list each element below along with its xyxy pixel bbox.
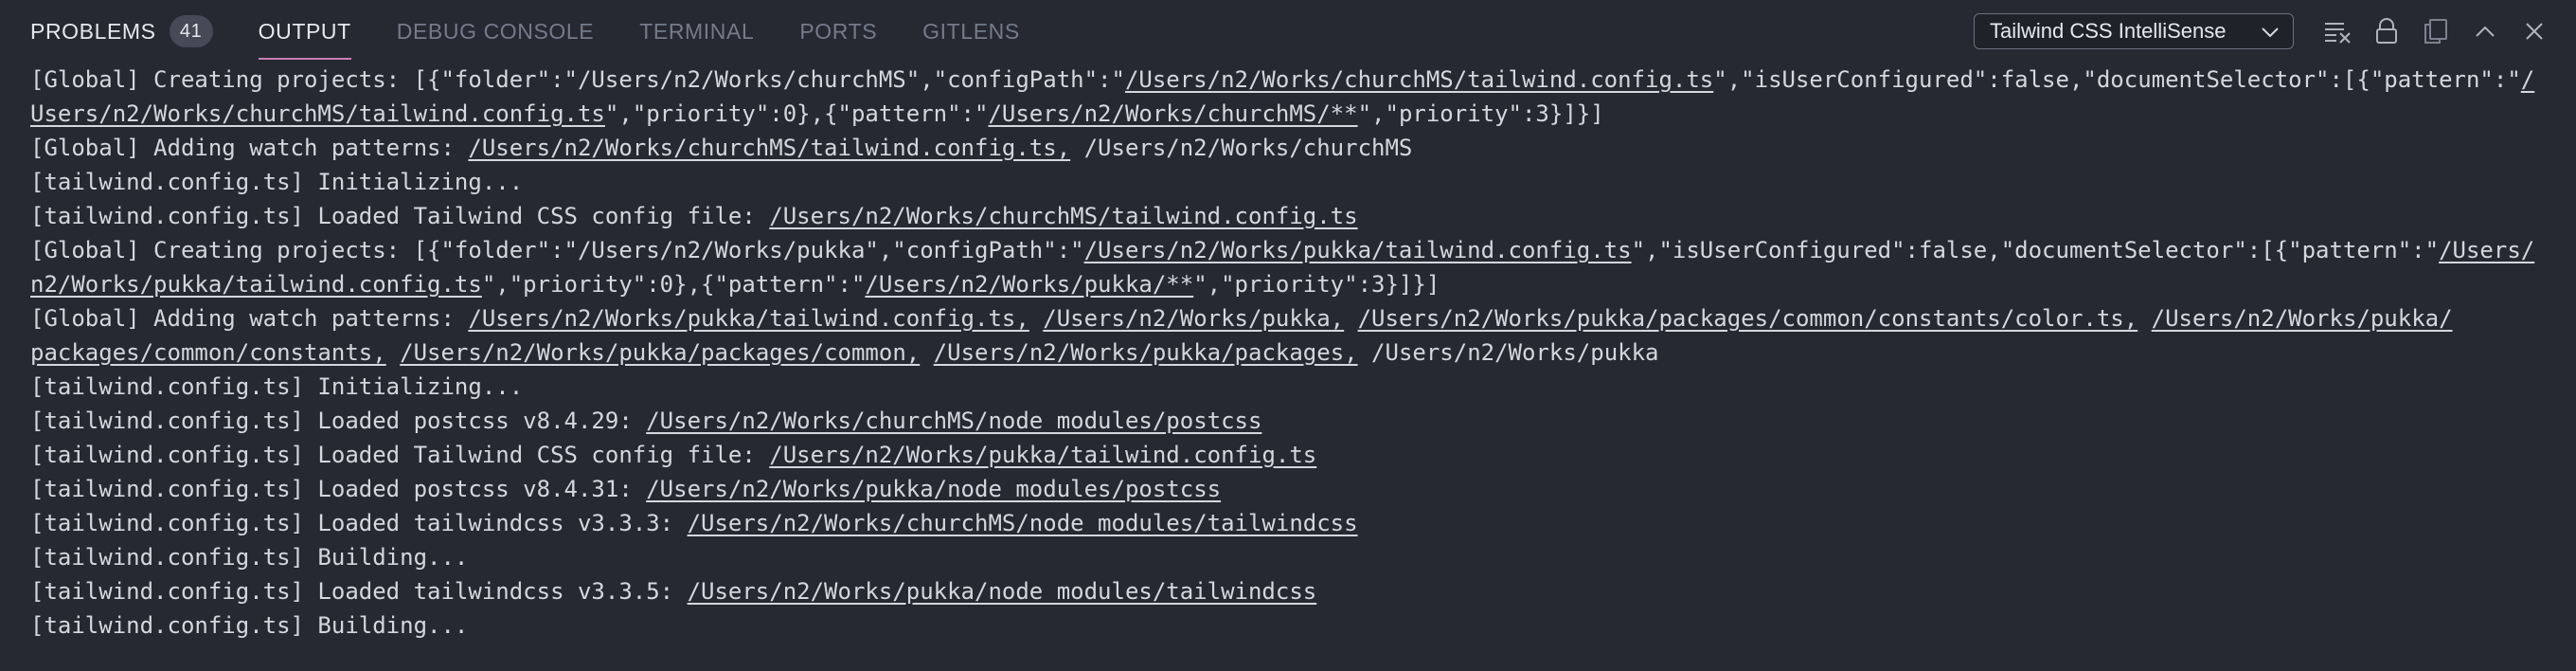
output-line: [tailwind.config.ts] Building... — [30, 540, 2546, 574]
tab-output[interactable]: OUTPUT — [258, 0, 351, 63]
tab-debug-console[interactable]: DEBUG CONSOLE — [397, 0, 594, 63]
output-text: [tailwind.config.ts] Loaded postcss v8.4… — [30, 408, 647, 434]
output-channel-value: Tailwind CSS IntelliSense — [1990, 19, 2227, 43]
tab-problems[interactable]: PROBLEMS 41 — [30, 0, 213, 63]
file-path-link[interactable]: Users/n2/Works/churchMS/tailwind.config.… — [30, 100, 605, 127]
output-line: [Global] Adding watch patterns: /Users/n… — [30, 131, 2546, 165]
tab-gitlens-label: GITLENS — [922, 18, 1020, 44]
output-line: [Global] Creating projects: [{"folder":"… — [30, 233, 2546, 267]
output-text: ","priority":3}]}] — [1193, 271, 1440, 298]
panel-toolbar: Tailwind CSS IntelliSense — [1974, 0, 2559, 63]
output-text: [tailwind.config.ts] Initializing... — [30, 373, 524, 400]
file-path-link[interactable]: /Users/n2/Works/churchMS/tailwind.config… — [468, 135, 1070, 161]
output-text: ","isUserConfigured":false,"documentSele… — [1713, 66, 2521, 93]
output-text: [tailwind.config.ts] Building... — [30, 544, 469, 571]
tab-problems-label: PROBLEMS — [30, 18, 156, 44]
file-path-link[interactable]: /Users/n2/Works/pukka/node_modules/tailw… — [688, 578, 1317, 605]
output-line: [tailwind.config.ts] Initializing... — [30, 165, 2546, 199]
file-path-link[interactable]: n2/Works/pukka/tailwind.config.ts — [30, 271, 482, 298]
tab-terminal[interactable]: TERMINAL — [639, 0, 754, 63]
output-text: [tailwind.config.ts] Loaded postcss v8.4… — [30, 476, 647, 502]
file-path-link[interactable]: /Users/n2/Works/pukka/tailwind.config.ts — [769, 442, 1316, 468]
file-path-link[interactable]: /Users/n2/Works/pukka/ — [2152, 305, 2453, 332]
output-line: [Global] Creating projects: [{"folder":"… — [30, 63, 2546, 97]
output-line: [Global] Adding watch patterns: /Users/n… — [30, 301, 2546, 336]
output-line: [tailwind.config.ts] Initializing... — [30, 370, 2546, 404]
output-line: [tailwind.config.ts] Loaded postcss v8.4… — [30, 404, 2546, 438]
file-path-link[interactable]: /Users/n2/Works/pukka, — [1043, 305, 1344, 332]
file-path-link[interactable]: / — [2521, 66, 2534, 93]
tab-terminal-label: TERMINAL — [639, 18, 755, 44]
file-path-link[interactable]: /Users/n2/Works/pukka/** — [865, 271, 1193, 298]
tab-ports-label: PORTS — [799, 18, 878, 44]
clear-output-icon — [2323, 19, 2352, 44]
output-text: [tailwind.config.ts] Loaded Tailwind CSS… — [30, 203, 770, 229]
output-line: Users/n2/Works/churchMS/tailwind.config.… — [30, 97, 2546, 131]
tab-ports[interactable]: PORTS — [799, 0, 877, 63]
output-text: ","priority":3}]}] — [1357, 100, 1604, 127]
tab-gitlens[interactable]: GITLENS — [922, 0, 1020, 63]
output-line: packages/common/constants, /Users/n2/Wor… — [30, 336, 2546, 370]
file-path-link[interactable]: /Users/n2/Works/churchMS/** — [988, 100, 1357, 127]
output-text: /Users/n2/Works/churchMS — [1070, 135, 1413, 161]
close-icon — [2524, 21, 2545, 42]
copy-icon — [2423, 18, 2449, 45]
output-line: [tailwind.config.ts] Building... — [30, 608, 2546, 643]
output-text: [Global] Creating projects: [{"folder":"… — [30, 237, 1084, 263]
file-path-link[interactable]: /Users/n2/Works/pukka/tailwind.config.ts… — [468, 305, 1029, 332]
file-path-link[interactable]: /Users/n2/Works/churchMS/tailwind.config… — [769, 203, 1357, 229]
file-path-link[interactable]: /Users/n2/Works/churchMS/node_modules/po… — [646, 408, 1261, 434]
file-path-link[interactable]: /Users/n2/Works/churchMS/node_modules/ta… — [688, 510, 1358, 536]
output-text: ","priority":0},{"pattern":" — [604, 100, 989, 127]
tab-output-label: OUTPUT — [258, 18, 351, 44]
output-text: /Users/n2/Works/pukka — [1357, 339, 1659, 366]
output-text: [tailwind.config.ts] Initializing... — [30, 169, 524, 195]
output-line: [tailwind.config.ts] Loaded tailwindcss … — [30, 574, 2546, 608]
file-path-link[interactable]: /Users/n2/Works/churchMS/tailwind.config… — [1125, 66, 1713, 93]
panel-tabs: PROBLEMS 41 OUTPUT DEBUG CONSOLE TERMINA… — [0, 0, 1065, 63]
output-text: [tailwind.config.ts] Loaded tailwindcss … — [30, 578, 688, 605]
panel-header: PROBLEMS 41 OUTPUT DEBUG CONSOLE TERMINA… — [0, 0, 2576, 63]
close-panel-button[interactable] — [2510, 7, 2559, 56]
lock-icon — [2374, 18, 2399, 45]
file-path-link[interactable]: /Users/n2/Works/pukka/packages/common/co… — [1358, 305, 2138, 332]
chevron-down-icon — [2261, 19, 2280, 44]
output-line: [tailwind.config.ts] Loaded Tailwind CSS… — [30, 438, 2546, 472]
output-text: ","priority":0},{"pattern":" — [481, 271, 866, 298]
file-path-link[interactable]: /Users/ — [2439, 237, 2534, 263]
lock-scroll-button[interactable] — [2362, 7, 2411, 56]
file-path-link[interactable]: packages/common/constants, — [30, 339, 386, 366]
output-text: [Global] Adding watch patterns: — [30, 305, 469, 332]
file-path-link[interactable]: /Users/n2/Works/pukka/tailwind.config.ts — [1084, 237, 1632, 263]
clear-output-button[interactable] — [2313, 7, 2362, 56]
output-line: [tailwind.config.ts] Loaded tailwindcss … — [30, 506, 2546, 540]
chevron-up-icon — [2474, 24, 2496, 39]
output-channel-select[interactable]: Tailwind CSS IntelliSense — [1974, 13, 2294, 49]
copy-output-button[interactable] — [2411, 7, 2460, 56]
output-log: [Global] Creating projects: [{"folder":"… — [30, 63, 2546, 671]
output-text: [tailwind.config.ts] Loaded Tailwind CSS… — [30, 442, 770, 468]
maximize-panel-button[interactable] — [2460, 7, 2510, 56]
output-text: [Global] Adding watch patterns: — [30, 135, 469, 161]
problems-count-badge: 41 — [169, 15, 213, 47]
file-path-link[interactable]: /Users/n2/Works/pukka/packages, — [934, 339, 1358, 366]
file-path-link[interactable]: /Users/n2/Works/pukka/node_modules/postc… — [646, 476, 1221, 502]
output-line: [tailwind.config.ts] Loaded postcss v8.4… — [30, 472, 2546, 506]
file-path-link[interactable]: /Users/n2/Works/pukka/packages/common, — [400, 339, 920, 366]
output-line: [tailwind.config.ts] Loaded Tailwind CSS… — [30, 199, 2546, 233]
output-line: n2/Works/pukka/tailwind.config.ts","prio… — [30, 267, 2546, 301]
output-text: ","isUserConfigured":false,"documentSele… — [1631, 237, 2440, 263]
output-text: [Global] Creating projects: [{"folder":"… — [30, 66, 1125, 93]
output-text: [tailwind.config.ts] Loaded tailwindcss … — [30, 510, 688, 536]
tab-debug-console-label: DEBUG CONSOLE — [396, 18, 595, 44]
output-text: [tailwind.config.ts] Building... — [30, 612, 469, 639]
